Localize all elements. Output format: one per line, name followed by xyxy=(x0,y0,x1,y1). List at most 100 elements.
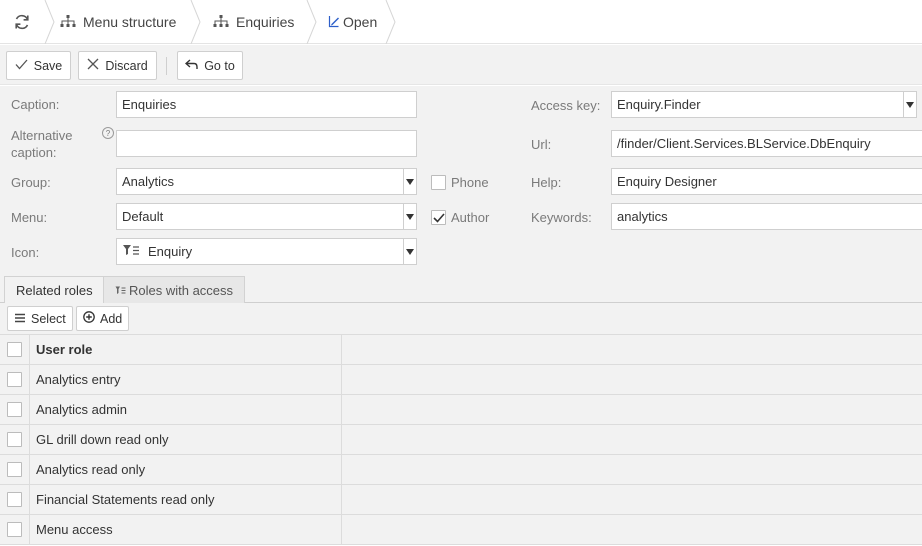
reply-arrow-icon xyxy=(185,58,198,73)
row-checkbox[interactable] xyxy=(7,522,22,537)
row-checkbox[interactable] xyxy=(7,402,22,417)
filter-list-icon xyxy=(115,283,126,298)
check-icon xyxy=(432,212,445,223)
enquiry-icon xyxy=(122,244,140,260)
add-button[interactable]: Add xyxy=(76,306,130,331)
row-empty-cell xyxy=(342,425,922,454)
save-label: Save xyxy=(33,58,63,73)
breadcrumb-separator xyxy=(44,0,55,44)
access-key-value: Enquiry.Finder xyxy=(617,97,701,112)
menu-value: Default xyxy=(122,209,164,224)
breadcrumb-bar: Menu structure Enquiries Open xyxy=(0,0,922,44)
breadcrumb-separator xyxy=(306,0,317,44)
chevron-down-icon[interactable] xyxy=(403,239,416,264)
alternative-caption-label-line1: Alternative xyxy=(11,128,73,143)
row-empty-cell xyxy=(342,515,922,544)
menu-label: Menu: xyxy=(11,210,48,225)
row-checkbox-cell xyxy=(0,425,30,454)
select-button[interactable]: Select xyxy=(7,306,73,331)
table-row[interactable]: Menu access xyxy=(0,515,922,545)
close-icon xyxy=(87,58,99,73)
keywords-label: Keywords: xyxy=(531,210,592,225)
breadcrumb-label: Enquiries xyxy=(236,14,295,30)
user-role-cell: GL drill down read only xyxy=(30,425,342,454)
goto-button[interactable]: Go to xyxy=(177,51,243,80)
table-row[interactable]: Financial Statements read only xyxy=(0,485,922,515)
tab-related-roles[interactable]: Related roles xyxy=(4,276,105,304)
access-key-select[interactable]: Enquiry.Finder xyxy=(611,91,917,118)
tab-label: Related roles xyxy=(16,283,93,298)
tab-label: Roles with access xyxy=(129,282,234,298)
icon-select[interactable]: Enquiry xyxy=(116,238,417,265)
row-checkbox-cell xyxy=(0,395,30,424)
row-empty-cell xyxy=(342,395,922,424)
select-label: Select xyxy=(31,311,66,326)
url-input[interactable]: /finder/Client.Services.BLService.DbEnqu… xyxy=(611,130,922,157)
table-row[interactable]: Analytics read only xyxy=(0,455,922,485)
row-checkbox[interactable] xyxy=(7,492,22,507)
chevron-down-icon[interactable] xyxy=(403,169,416,194)
save-button[interactable]: Save xyxy=(6,51,71,80)
check-icon xyxy=(15,59,28,73)
plus-circle-icon xyxy=(83,311,95,326)
user-role-cell: Analytics admin xyxy=(30,395,342,424)
select-all-checkbox[interactable] xyxy=(7,342,22,357)
table-row[interactable]: GL drill down read only xyxy=(0,425,922,455)
sitemap-icon xyxy=(60,14,76,31)
table-row[interactable]: Analytics entry xyxy=(0,365,922,395)
tab-roles-with-access[interactable]: Roles with access xyxy=(103,276,246,303)
row-checkbox[interactable] xyxy=(7,462,22,477)
url-label: Url: xyxy=(531,137,552,152)
group-select[interactable]: Analytics xyxy=(116,168,417,195)
phone-checkbox[interactable] xyxy=(431,175,446,190)
user-role-cell: Analytics entry xyxy=(30,365,342,394)
user-role-cell: Financial Statements read only xyxy=(30,485,342,514)
add-label: Add xyxy=(100,311,123,326)
author-checkbox[interactable] xyxy=(431,210,446,225)
tab-bar: Related roles Roles with access xyxy=(0,276,922,304)
grid-header-empty xyxy=(342,335,922,364)
help-icon[interactable]: ? xyxy=(102,127,114,139)
grid-toolbar: Select Add xyxy=(0,303,922,335)
toolbar-divider xyxy=(166,57,167,75)
row-checkbox-cell xyxy=(0,485,30,514)
row-empty-cell xyxy=(342,365,922,394)
breadcrumb-enquiries[interactable]: Enquiries xyxy=(213,0,294,44)
help-label: Help: xyxy=(531,175,562,190)
icon-label: Icon: xyxy=(11,245,40,260)
group-value: Analytics xyxy=(122,174,175,189)
grid-header-row: User role xyxy=(0,335,922,365)
row-checkbox[interactable] xyxy=(7,432,22,447)
phone-label: Phone xyxy=(451,175,489,190)
row-checkbox[interactable] xyxy=(7,372,22,387)
help-input[interactable]: Enquiry Designer xyxy=(611,168,922,195)
chevron-down-icon[interactable] xyxy=(903,92,916,117)
user-role-cell: Menu access xyxy=(30,515,342,544)
chevron-down-icon[interactable] xyxy=(403,204,416,229)
caption-input[interactable]: Enquiries xyxy=(116,91,417,118)
group-label: Group: xyxy=(11,175,51,190)
column-header-user-role[interactable]: User role xyxy=(30,335,342,364)
breadcrumb-open[interactable]: Open xyxy=(328,0,377,44)
icon-value: Enquiry xyxy=(148,244,193,259)
row-empty-cell xyxy=(342,485,922,514)
caption-label: Caption: xyxy=(11,97,60,112)
discard-button[interactable]: Discard xyxy=(78,51,157,80)
header-checkbox-cell xyxy=(0,335,30,364)
alternative-caption-input[interactable] xyxy=(116,130,417,157)
keywords-input[interactable]: analytics xyxy=(611,203,922,230)
refresh-icon[interactable] xyxy=(11,11,33,33)
open-edit-icon xyxy=(328,14,340,31)
row-empty-cell xyxy=(342,455,922,484)
author-label: Author xyxy=(451,210,490,225)
properties-form: Caption: Enquiries Alternative caption: … xyxy=(0,86,922,276)
access-key-label: Access key: xyxy=(531,98,601,113)
menu-select[interactable]: Default xyxy=(116,203,417,230)
toolbar: Save Discard Go to xyxy=(0,45,922,85)
user-roles-grid: User role Analytics entry Analytics admi… xyxy=(0,335,922,546)
breadcrumb-separator xyxy=(385,0,396,44)
list-icon xyxy=(14,312,26,326)
breadcrumb-menu-structure[interactable]: Menu structure xyxy=(60,0,176,44)
table-row[interactable]: Analytics admin xyxy=(0,395,922,425)
alternative-caption-label-line2: caption: xyxy=(11,145,57,160)
